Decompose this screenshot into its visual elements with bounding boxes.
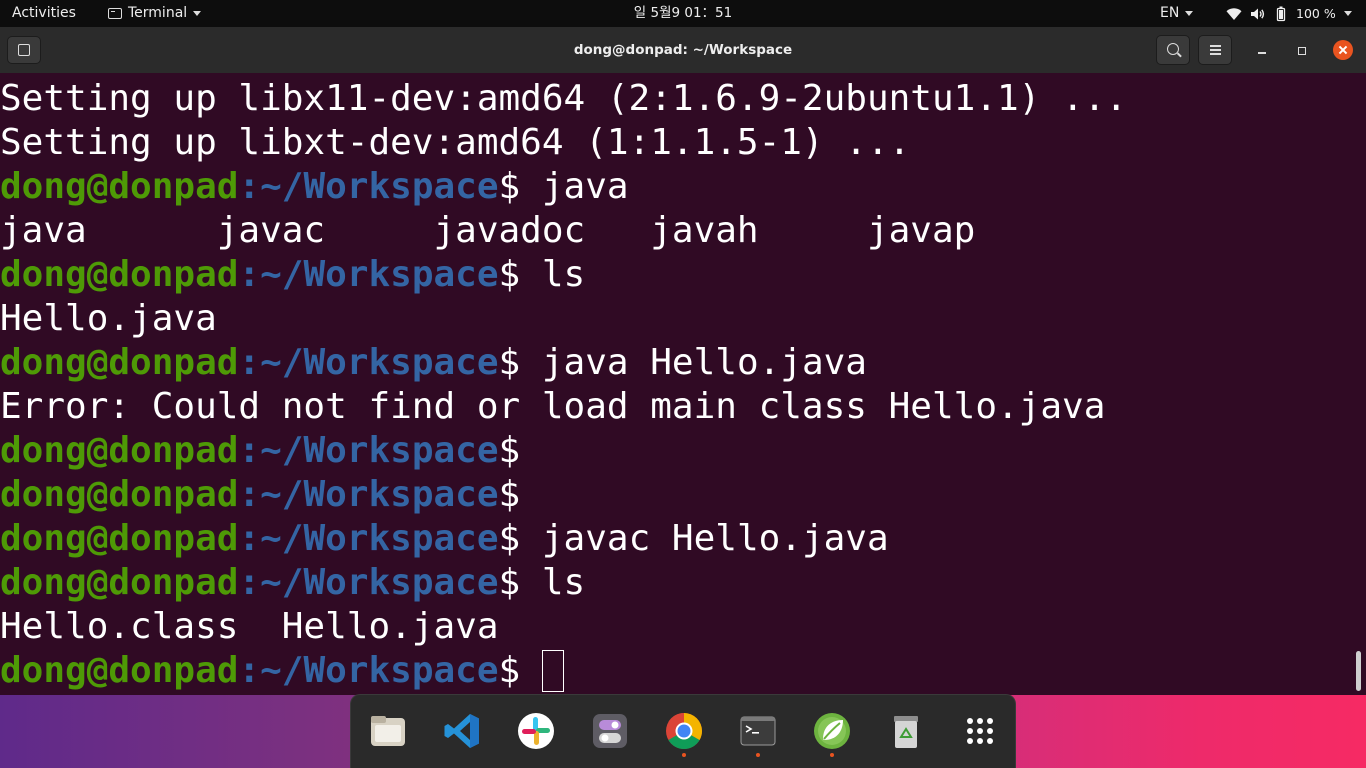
prompt-symbol: $ bbox=[498, 518, 521, 559]
command-text: javac Hello.java bbox=[520, 518, 889, 559]
trash-icon bbox=[894, 716, 918, 748]
prompt-line: dong@donpad:~/Workspace$ javac Hello.jav… bbox=[0, 517, 1127, 561]
spring-leaf-icon bbox=[814, 713, 850, 749]
prompt-symbol: $ bbox=[498, 254, 521, 295]
command-text: java bbox=[520, 166, 629, 207]
terminal-lines: Setting up libx11-dev:amd64 (2:1.6.9-2ub… bbox=[0, 77, 1127, 693]
prompt-path: :~/Workspace bbox=[238, 430, 499, 471]
chrome-icon bbox=[666, 713, 702, 750]
prompt-user: dong@donpad bbox=[0, 254, 239, 295]
minimize-button[interactable] bbox=[1252, 41, 1272, 61]
prompt-line: dong@donpad:~/Workspace$ ls bbox=[0, 561, 1127, 605]
terminal-icon bbox=[740, 716, 776, 746]
prompt-line: dong@donpad:~/Workspace$ bbox=[0, 473, 1127, 517]
prompt-line: dong@donpad:~/Workspace$ bbox=[0, 429, 1127, 473]
running-indicator bbox=[682, 753, 686, 757]
prompt-line: dong@donpad:~/Workspace$ ls bbox=[0, 253, 1127, 297]
output-line: java javac javadoc javah javap bbox=[0, 210, 976, 251]
prompt-user: dong@donpad bbox=[0, 650, 239, 691]
wifi-icon bbox=[1226, 7, 1242, 20]
window-header: dong@donpad: ~/Workspace bbox=[0, 27, 1366, 74]
dock-item-slack[interactable] bbox=[516, 711, 556, 751]
output-line: Error: Could not find or load main class… bbox=[0, 386, 1106, 427]
running-indicator bbox=[830, 753, 834, 757]
volume-icon bbox=[1251, 8, 1265, 19]
files-icon bbox=[371, 716, 405, 746]
dock-item-terminal[interactable] bbox=[738, 711, 778, 751]
output-line: Setting up libx11-dev:amd64 (2:1.6.9-2ub… bbox=[0, 78, 1128, 119]
search-button[interactable] bbox=[1156, 35, 1190, 65]
settings-toggle-icon bbox=[593, 714, 627, 748]
prompt-path: :~/Workspace bbox=[238, 650, 499, 691]
top-bar: Activities Terminal 일 5월9 01：51 EN 100 % bbox=[0, 0, 1366, 27]
dock-item-files[interactable] bbox=[368, 711, 408, 751]
prompt-line: dong@donpad:~/Workspace$ java bbox=[0, 165, 1127, 209]
menu-button[interactable] bbox=[1198, 35, 1232, 65]
output-line: Hello.class Hello.java bbox=[0, 606, 499, 647]
dock-item-show-apps[interactable] bbox=[960, 711, 1000, 751]
language-selector[interactable]: EN bbox=[1160, 0, 1194, 27]
command-text: ls bbox=[520, 254, 586, 295]
prompt-user: dong@donpad bbox=[0, 342, 239, 383]
prompt-symbol: $ bbox=[498, 562, 521, 603]
prompt-path: :~/Workspace bbox=[238, 342, 499, 383]
search-icon bbox=[1167, 43, 1179, 55]
prompt-path: :~/Workspace bbox=[238, 254, 499, 295]
text-cursor bbox=[541, 650, 564, 692]
scrollbar[interactable] bbox=[1356, 651, 1361, 691]
chevron-down-icon bbox=[1185, 11, 1194, 16]
prompt-symbol: $ bbox=[498, 166, 521, 207]
running-indicator bbox=[756, 753, 760, 757]
dock-item-chrome[interactable] bbox=[664, 711, 704, 751]
battery-icon bbox=[1276, 6, 1286, 21]
prompt-user: dong@donpad bbox=[0, 430, 239, 471]
terminal-output[interactable]: Setting up libx11-dev:amd64 (2:1.6.9-2ub… bbox=[0, 73, 1366, 695]
dock-item-spring[interactable] bbox=[812, 711, 852, 751]
close-button[interactable] bbox=[1333, 40, 1353, 60]
command-text: ls bbox=[520, 562, 586, 603]
show-apps-icon bbox=[967, 718, 993, 744]
output-line: Setting up libxt-dev:amd64 (1:1.1.5-1) .… bbox=[0, 122, 911, 163]
battery-percent: 100 % bbox=[1296, 6, 1336, 21]
prompt-path: :~/Workspace bbox=[238, 518, 499, 559]
slack-icon bbox=[518, 713, 554, 749]
dock-item-trash[interactable] bbox=[886, 711, 926, 751]
system-menu[interactable]: 100 % bbox=[1226, 0, 1352, 27]
prompt-line: dong@donpad:~/Workspace$ java Hello.java bbox=[0, 341, 1127, 385]
prompt-line: dong@donpad:~/Workspace$ bbox=[0, 649, 1127, 693]
maximize-button[interactable] bbox=[1292, 41, 1312, 61]
command-text bbox=[520, 650, 542, 691]
prompt-symbol: $ bbox=[498, 430, 521, 471]
prompt-symbol: $ bbox=[498, 650, 521, 691]
prompt-symbol: $ bbox=[498, 342, 521, 383]
prompt-user: dong@donpad bbox=[0, 166, 239, 207]
dock-item-vscode[interactable] bbox=[442, 711, 482, 751]
dock-item-settings[interactable] bbox=[590, 711, 630, 751]
vscode-icon bbox=[444, 714, 479, 748]
prompt-path: :~/Workspace bbox=[238, 474, 499, 515]
prompt-path: :~/Workspace bbox=[238, 166, 499, 207]
prompt-path: :~/Workspace bbox=[238, 562, 499, 603]
dock bbox=[350, 694, 1016, 768]
command-text: java Hello.java bbox=[520, 342, 867, 383]
output-line: Hello.java bbox=[0, 298, 217, 339]
prompt-symbol: $ bbox=[498, 474, 521, 515]
prompt-user: dong@donpad bbox=[0, 474, 239, 515]
prompt-user: dong@donpad bbox=[0, 562, 239, 603]
prompt-user: dong@donpad bbox=[0, 518, 239, 559]
chevron-down-icon bbox=[1343, 11, 1352, 16]
